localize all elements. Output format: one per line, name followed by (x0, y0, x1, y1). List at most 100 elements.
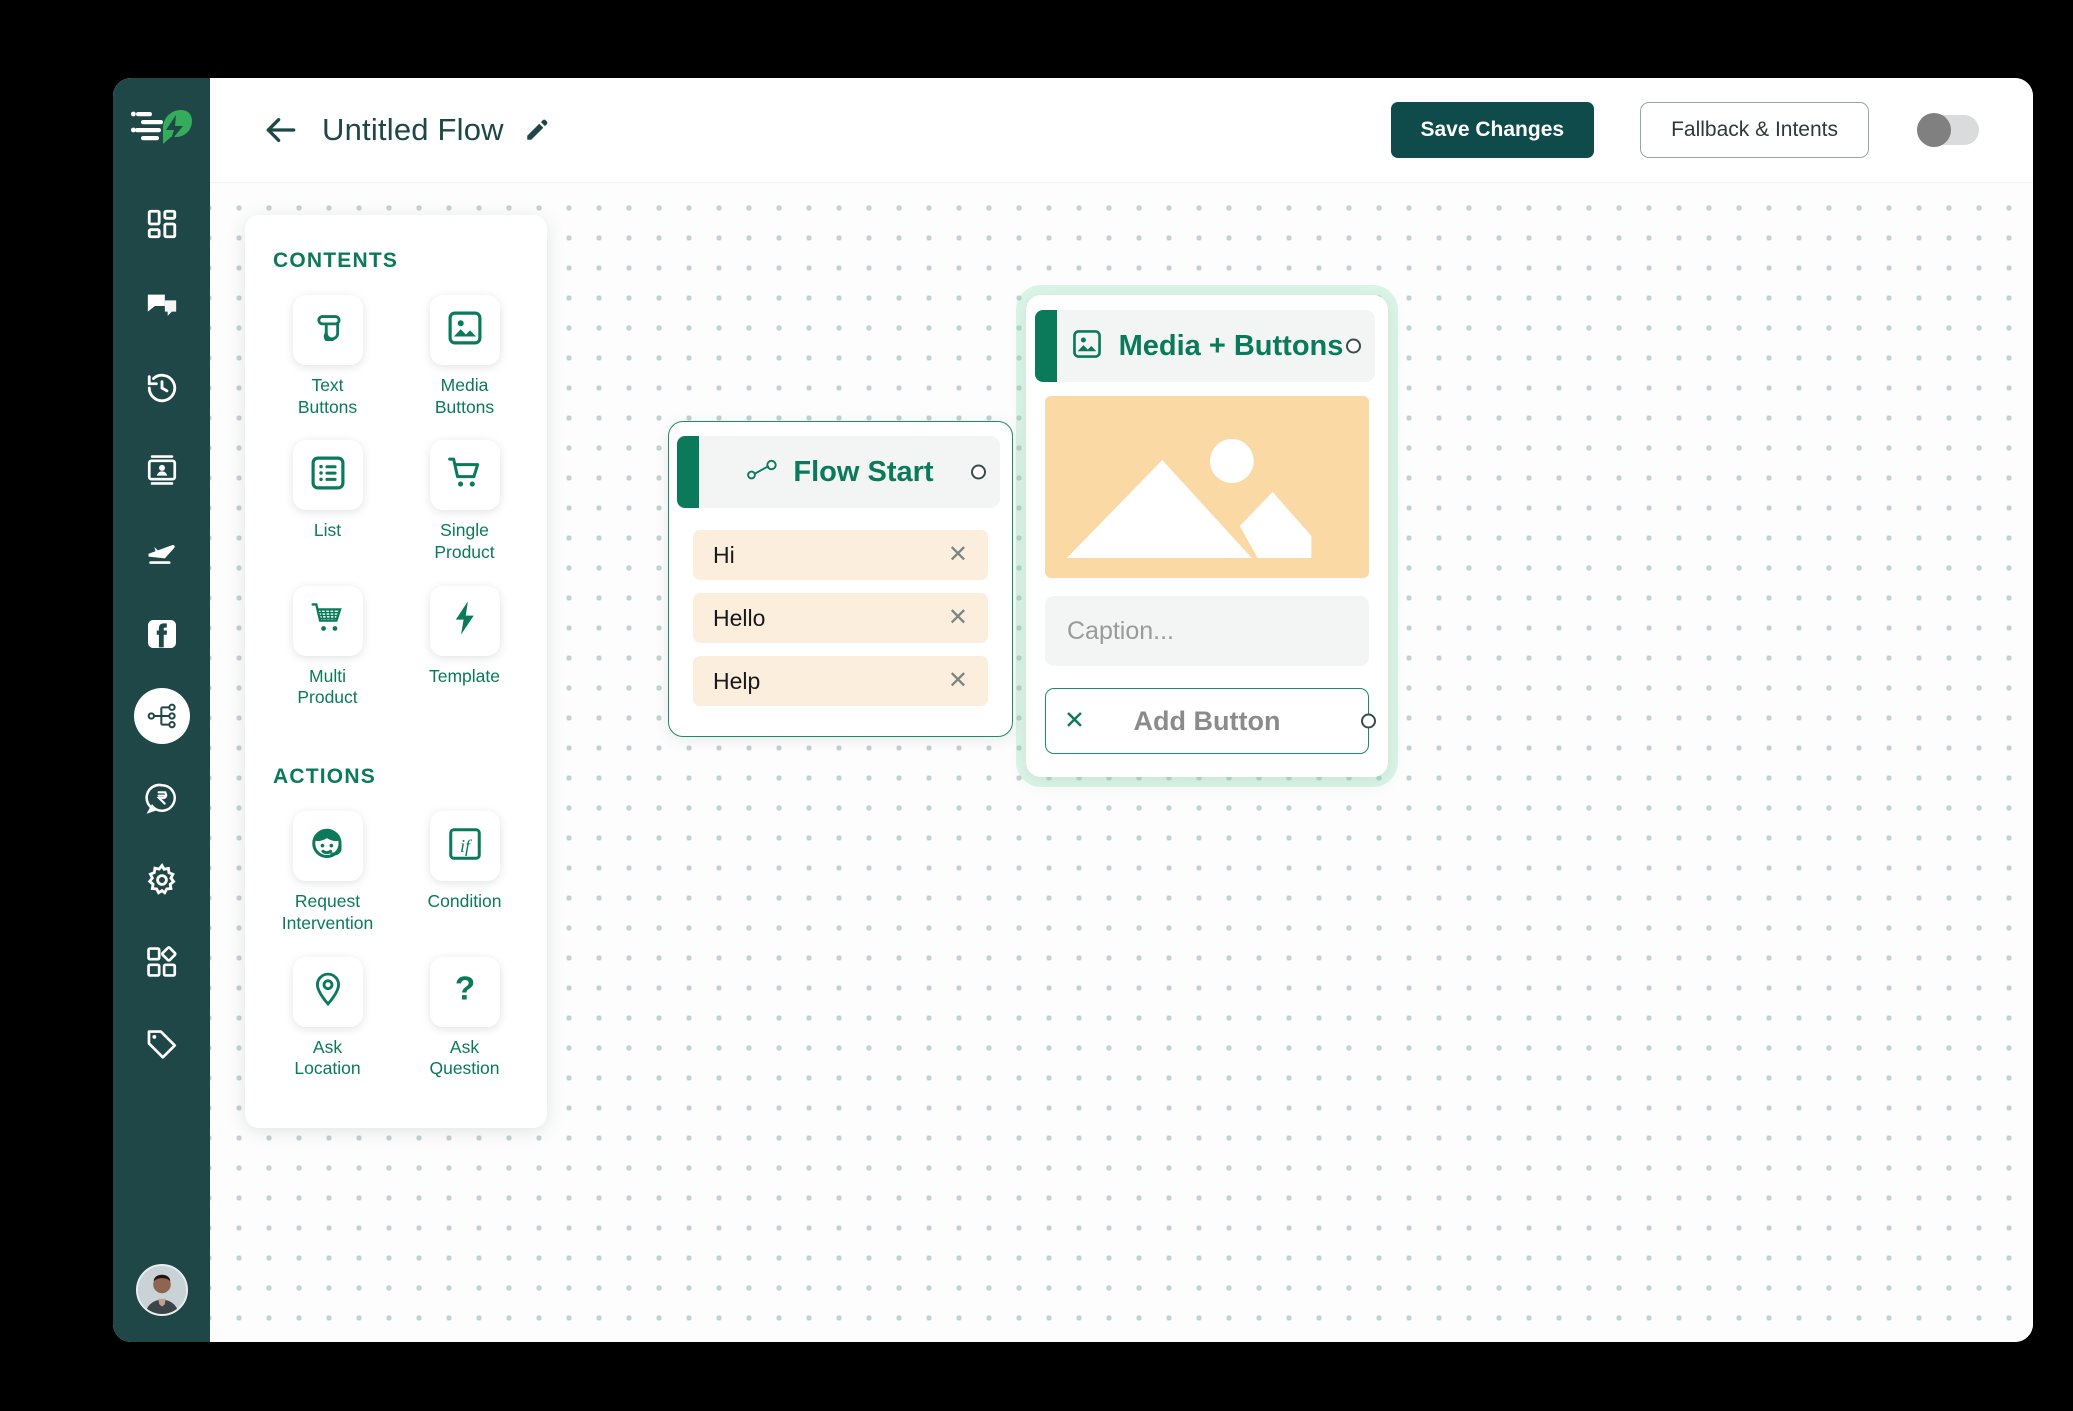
palette-tile (292, 585, 363, 656)
palette-tile (292, 295, 363, 365)
flow-canvas[interactable]: CONTENTS Text Buttons Media Buttons List… (210, 183, 2033, 1342)
quick-reply-item[interactable]: Hi ✕ (693, 530, 988, 580)
left-sidebar (113, 78, 210, 1342)
palette-item-text-buttons[interactable]: Text Buttons (273, 295, 382, 436)
history-clock-icon (145, 371, 179, 405)
chat-bubbles-icon (145, 289, 179, 323)
node-palette-panel: CONTENTS Text Buttons Media Buttons List… (245, 215, 547, 1128)
flow-start-icon (747, 459, 778, 486)
caption-input[interactable]: Caption... (1045, 596, 1369, 666)
node-header-inner: Media + Buttons (1071, 328, 1344, 365)
main-column: Untitled Flow Save Changes Fallback & In… (210, 78, 2033, 1342)
button-output-port[interactable] (1361, 713, 1376, 729)
node-accent-bar (1035, 310, 1057, 382)
palette-item-media-buttons[interactable]: Media Buttons (410, 295, 519, 436)
palette-tile (292, 956, 363, 1027)
quick-reply-item[interactable]: Hello ✕ (693, 593, 988, 643)
palette-item-condition[interactable]: if Condition (410, 811, 519, 952)
sidebar-item-facebook[interactable] (134, 606, 190, 662)
contact-card-icon (145, 453, 179, 487)
header-toggle-switch[interactable] (1917, 113, 1979, 147)
pencil-icon[interactable] (524, 117, 550, 143)
sidebar-item-contacts[interactable] (134, 442, 190, 498)
palette-item-multi-product[interactable]: Multi Product (273, 585, 382, 727)
palette-item-ask-location[interactable]: Ask Location (273, 956, 382, 1098)
page-title: Untitled Flow (322, 112, 504, 147)
sidebar-item-history[interactable] (134, 360, 190, 416)
sidebar-item-tags[interactable] (134, 1016, 190, 1072)
dashboard-icon (145, 207, 179, 241)
avatar[interactable] (135, 1264, 188, 1316)
close-icon[interactable]: ✕ (948, 543, 968, 567)
node-title: Media + Buttons (1118, 329, 1344, 362)
image-icon (446, 309, 484, 352)
node-header[interactable]: Media + Buttons (1035, 310, 1375, 382)
palette-item-template[interactable]: Template (410, 585, 519, 727)
node-output-port[interactable] (1346, 338, 1361, 354)
rupee-chat-icon (144, 781, 179, 815)
arrow-left-icon[interactable] (262, 111, 300, 149)
top-bar: Untitled Flow Save Changes Fallback & In… (210, 78, 2033, 183)
sidebar-item-payments[interactable] (134, 770, 190, 826)
palette-item-list[interactable]: List (273, 440, 382, 581)
close-icon[interactable]: ✕ (948, 606, 968, 630)
close-icon[interactable]: ✕ (948, 669, 968, 693)
node-output-port[interactable] (971, 464, 986, 480)
palette-actions-grid: Request Intervention if Condition Ask Lo… (273, 811, 519, 1098)
device-bezel: Untitled Flow Save Changes Fallback & In… (35, 10, 2038, 1400)
quick-reply-list: Hi ✕ Hello ✕ Help ✕ (669, 508, 1012, 736)
sidebar-item-broadcast[interactable] (134, 524, 190, 580)
palette-tile (292, 440, 363, 511)
cart-filled-icon (309, 599, 347, 642)
quick-reply-text: Help (713, 667, 761, 694)
palette-item-label: Multi Product (297, 665, 358, 708)
palette-item-label: Single Product (434, 520, 495, 563)
node-accent-bar (677, 436, 699, 508)
palette-contents-grid: Text Buttons Media Buttons List Single P… (273, 295, 519, 727)
sidebar-item-flows[interactable] (133, 688, 190, 744)
palette-item-label: Text Buttons (297, 375, 358, 417)
palette-item-label: Template (428, 665, 500, 686)
node-flow-start[interactable]: Flow Start Hi ✕ Hello ✕ Help ✕ (668, 421, 1013, 737)
palette-contents-heading: CONTENTS (273, 249, 399, 272)
image-placeholder-icon[interactable] (1045, 396, 1369, 578)
node-header[interactable]: Flow Start (677, 436, 1000, 508)
map-pin-icon (309, 970, 347, 1013)
sidebar-item-dashboard[interactable] (134, 196, 190, 252)
palette-item-label: Condition (427, 891, 502, 912)
quick-reply-text: Hi (713, 541, 735, 568)
brand-logo-icon (130, 102, 193, 154)
facebook-icon (146, 618, 178, 650)
list-icon (309, 454, 347, 497)
node-header-inner: Flow Start (747, 455, 934, 489)
palette-item-ask-question[interactable]: ? Ask Question (410, 956, 519, 1098)
quick-reply-item[interactable]: Help ✕ (693, 656, 988, 706)
palette-tile: ? (429, 956, 500, 1027)
palette-item-request-intervention[interactable]: Request Intervention (273, 811, 382, 952)
close-icon[interactable]: ✕ (1064, 708, 1085, 734)
palette-actions-heading: ACTIONS (273, 765, 376, 789)
palette-tile (292, 811, 363, 882)
bolt-icon (446, 599, 484, 642)
save-changes-button[interactable]: Save Changes (1390, 102, 1595, 158)
agent-face-icon (309, 825, 347, 868)
paper-plane-icon (145, 535, 179, 569)
sidebar-item-conversations[interactable] (134, 278, 190, 334)
quick-reply-text: Hello (713, 604, 766, 631)
sidebar-item-integrations[interactable] (134, 934, 190, 990)
palette-tile: if (429, 811, 500, 882)
fallback-intents-button[interactable]: Fallback & Intents (1640, 102, 1869, 158)
toggle-knob (1917, 113, 1951, 147)
app-window: Untitled Flow Save Changes Fallback & In… (113, 78, 2033, 1342)
palette-item-single-product[interactable]: Single Product (410, 440, 519, 581)
node-media-buttons[interactable]: Media + Buttons Caption... ✕ Add Button (1026, 295, 1388, 777)
tap-finger-icon (309, 309, 347, 352)
add-button-row[interactable]: ✕ Add Button (1045, 688, 1376, 754)
node-title: Flow Start (793, 455, 934, 488)
add-button-label: Add Button (1133, 705, 1281, 736)
if-box-icon: if (446, 825, 484, 868)
question-mark-icon: ? (446, 970, 484, 1013)
flow-nodes-icon (146, 700, 178, 732)
palette-item-label: Request Intervention (281, 891, 374, 933)
sidebar-item-settings[interactable] (134, 852, 190, 908)
